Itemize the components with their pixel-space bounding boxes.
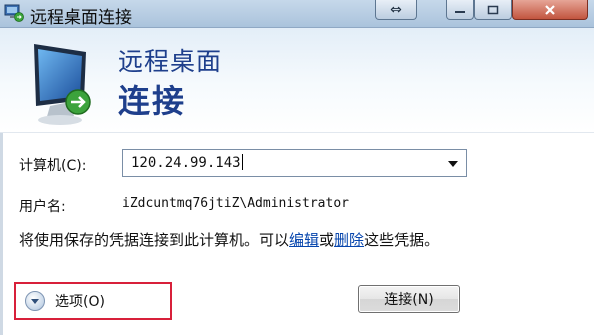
header-banner: 远程桌面 连接	[0, 28, 594, 133]
banner-title-line1: 远程桌面	[118, 47, 223, 76]
note-text-start: 将使用保存的凭据连接到此计算机。可以	[19, 231, 290, 249]
options-label: 选项(O)	[55, 294, 105, 310]
close-button[interactable]	[512, 0, 588, 20]
window-title: 远程桌面连接	[30, 8, 132, 28]
maximize-button[interactable]	[474, 0, 512, 20]
swap-button[interactable]: ⇔	[375, 0, 417, 20]
computer-input-value[interactable]: 120.24.99.143	[131, 155, 243, 171]
close-icon	[545, 4, 555, 15]
banner-title-line2: 连接	[118, 82, 187, 120]
note-text-end: 这些凭据。	[364, 231, 440, 249]
note-text-mid: 或	[319, 231, 335, 249]
connect-button[interactable]: 连接(N)	[358, 285, 460, 313]
dropdown-arrow-icon[interactable]	[448, 161, 458, 167]
title-bar: 远程桌面连接 ⇔	[0, 0, 594, 28]
edit-credentials-link[interactable]: 编辑	[289, 231, 319, 249]
username-label: 用户名:	[19, 199, 66, 215]
expand-chevron-icon[interactable]	[25, 291, 45, 311]
minimize-icon	[455, 10, 465, 13]
credentials-note: 将使用保存的凭据连接到此计算机。可以编辑或删除这些凭据。	[19, 230, 459, 250]
username-value: iZdcuntmq76jtiZ\Administrator	[122, 196, 349, 211]
minimize-button[interactable]	[446, 0, 474, 20]
delete-credentials-link[interactable]: 删除	[334, 231, 364, 249]
maximize-icon	[487, 5, 499, 14]
remote-desktop-icon	[4, 4, 24, 22]
computer-combobox[interactable]: 120.24.99.143	[122, 149, 467, 177]
options-toggle[interactable]: 选项(O)	[14, 282, 172, 320]
monitor-logo-icon	[26, 40, 106, 128]
computer-label: 计算机(C):	[19, 158, 87, 174]
